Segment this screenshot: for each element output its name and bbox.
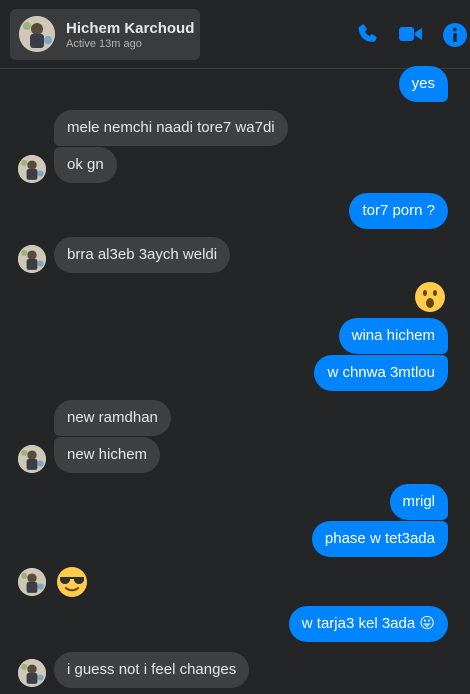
message-bubble-received[interactable]: mele nemchi naadi tore7 wa7di — [54, 110, 288, 146]
info-icon[interactable] — [442, 22, 467, 47]
contact-info-button[interactable]: Hichem Karchoud Active 13m ago — [10, 9, 200, 60]
message-list[interactable]: yes mele nemchi naadi tore7 wa7di ok gn … — [0, 66, 470, 694]
contact-avatar — [18, 445, 46, 473]
message-bubble-sent[interactable]: w chnwa 3mtlou — [314, 355, 448, 391]
video-icon[interactable] — [398, 22, 422, 46]
contact-avatar[interactable] — [19, 16, 55, 52]
contact-status: Active 13m ago — [66, 38, 142, 50]
message-bubble-received[interactable]: ok gn — [54, 147, 117, 183]
message-bubble-sent[interactable]: w tarja3 kel 3ada 😛 — [288, 606, 448, 642]
message-bubble-sent[interactable]: mrigl — [389, 484, 448, 520]
message-bubble-received[interactable]: new ramdhan — [54, 400, 171, 436]
sunglasses-emoji-message[interactable] — [56, 566, 88, 598]
astonished-emoji-message[interactable] — [414, 281, 446, 313]
message-bubble-received[interactable]: new hichem — [54, 437, 161, 473]
message-bubble-sent[interactable]: wina hichem — [338, 318, 448, 354]
message-bubble-received[interactable]: brra al3eb 3aych weldi — [54, 237, 231, 273]
phone-icon[interactable] — [356, 22, 380, 46]
message-bubble-received[interactable]: i guess not i feel changes — [54, 652, 250, 688]
message-bubble-sent[interactable]: yes — [398, 66, 448, 102]
conversation-header: Hichem Karchoud Active 13m ago — [0, 0, 470, 69]
contact-avatar — [18, 568, 46, 596]
contact-avatar — [18, 155, 46, 183]
contact-avatar — [18, 659, 46, 687]
message-bubble-sent[interactable]: phase w tet3ada — [311, 521, 448, 557]
contact-avatar — [18, 245, 46, 273]
message-bubble-sent[interactable]: tor7 porn ? — [349, 193, 448, 229]
contact-name: Hichem Karchoud — [66, 20, 195, 37]
